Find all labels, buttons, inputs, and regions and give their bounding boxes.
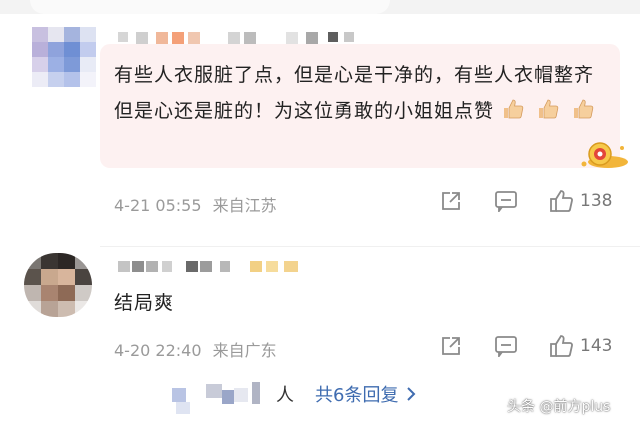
comment-time: 4-20 22:40 [114, 341, 202, 360]
top-band [0, 0, 640, 14]
comment-body: 结局爽 [114, 292, 175, 314]
like-count: 138 [580, 191, 613, 211]
reply-author-suffix: 人 [276, 385, 294, 406]
gold-coin-badge-icon [581, 142, 628, 168]
thumbs-up-emoji-group [501, 93, 599, 129]
avatar-pixelated[interactable] [32, 27, 96, 87]
comment-button[interactable] [494, 190, 518, 212]
username-pixelated[interactable] [118, 259, 308, 275]
comment-icon [495, 191, 517, 212]
view-replies-link[interactable]: 共6条回复 [315, 381, 418, 407]
thumbs-up-icon [550, 335, 573, 357]
thumbs-up-emoji-icon [574, 99, 594, 119]
divider [100, 246, 640, 247]
share-button[interactable] [440, 190, 462, 212]
like-count: 143 [580, 336, 613, 356]
comment-location: 来自江苏 [212, 196, 277, 215]
chevron-right-icon [407, 387, 416, 401]
watermark: 头条 @前方plus [507, 399, 611, 415]
thumbs-up-emoji-icon [539, 99, 559, 119]
comment-icon [495, 336, 517, 357]
comment-meta: 4-20 22:40 来自广东 [114, 337, 277, 361]
thumbs-up-icon [550, 190, 573, 212]
comment-meta: 4-21 05:55 来自江苏 [114, 192, 277, 216]
like-button[interactable]: 143 [548, 333, 612, 359]
comment-button[interactable] [494, 335, 518, 357]
comment-text: 有些人衣服脏了点，但是心是干净的，有些人衣帽整齐但是心还是脏的！为这位勇敢的小姐… [114, 57, 604, 129]
share-icon [442, 337, 460, 355]
thumbs-up-emoji-icon [504, 99, 524, 119]
like-button[interactable]: 138 [548, 188, 612, 214]
share-icon [442, 192, 460, 210]
comment-location: 来自广东 [212, 341, 277, 360]
view-replies-label: 共6条回复 [315, 385, 399, 406]
avatar-pixelated[interactable] [24, 253, 92, 317]
reply-username-pixelated[interactable] [172, 380, 272, 416]
comment-time: 4-21 05:55 [114, 196, 202, 215]
share-button[interactable] [440, 335, 462, 357]
